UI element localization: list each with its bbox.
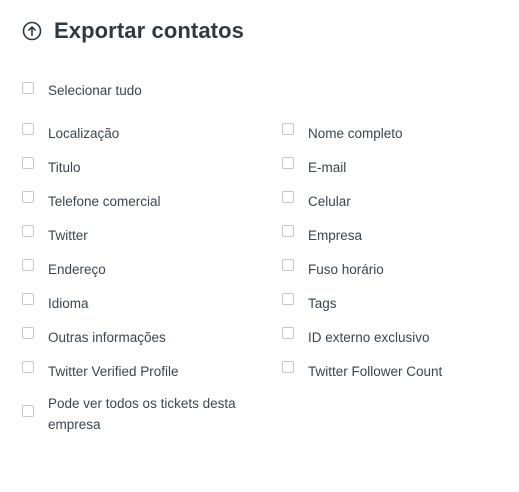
field-option-endereco[interactable]: Endereço: [22, 259, 106, 280]
field-checkbox[interactable]: [22, 327, 34, 339]
field-option-pode-ver-tickets-empresa[interactable]: Pode ver todos os tickets desta empresa: [22, 393, 253, 435]
field-label: Outras informações: [48, 330, 166, 345]
field-option-outras-informacoes[interactable]: Outras informações: [22, 327, 166, 348]
field-label: Endereço: [48, 262, 106, 277]
field-checkbox[interactable]: [22, 293, 34, 305]
field-checkbox[interactable]: [282, 327, 294, 339]
field-label: Empresa: [308, 228, 363, 243]
field-label: Telefone comercial: [48, 194, 161, 209]
field-checkbox[interactable]: [22, 405, 34, 417]
field-checkbox[interactable]: [22, 157, 34, 169]
select-all-option[interactable]: Selecionar tudo: [22, 81, 142, 101]
field-option-email[interactable]: E-mail: [282, 157, 346, 178]
field-option-celular[interactable]: Celular: [282, 191, 351, 212]
field-option-twitter-follower-count[interactable]: Twitter Follower Count: [282, 361, 442, 382]
field-checkbox[interactable]: [282, 157, 294, 169]
field-label: Pode ver todos os tickets desta empresa: [48, 396, 236, 432]
field-option-fuso-horario[interactable]: Fuso horário: [282, 259, 384, 280]
field-checkbox[interactable]: [22, 259, 34, 271]
field-checkbox[interactable]: [282, 191, 294, 203]
field-label: Twitter: [48, 228, 88, 243]
field-label: Celular: [308, 194, 351, 209]
field-option-id-externo-exclusivo[interactable]: ID externo exclusivo: [282, 327, 430, 348]
field-label: ID externo exclusivo: [308, 330, 430, 345]
field-option-idioma[interactable]: Idioma: [22, 293, 89, 314]
field-checkbox[interactable]: [282, 259, 294, 271]
field-label: Fuso horário: [308, 262, 384, 277]
page-title: Exportar contatos: [54, 18, 244, 43]
field-checkbox[interactable]: [22, 191, 34, 203]
field-checkbox[interactable]: [22, 361, 34, 373]
field-checkbox[interactable]: [282, 123, 294, 135]
field-option-twitter[interactable]: Twitter: [22, 225, 88, 246]
field-label: Twitter Follower Count: [308, 364, 443, 379]
field-label: Tags: [308, 296, 337, 311]
field-label: E-mail: [308, 160, 347, 175]
field-option-twitter-verified-profile[interactable]: Twitter Verified Profile: [22, 361, 179, 382]
field-option-localizacao[interactable]: Localização: [22, 123, 119, 144]
field-checkbox[interactable]: [282, 361, 294, 373]
field-option-tags[interactable]: Tags: [282, 293, 337, 314]
field-label: Idioma: [48, 296, 89, 311]
select-all-label: Selecionar tudo: [48, 83, 142, 98]
field-option-nome-completo[interactable]: Nome completo: [282, 123, 403, 144]
field-label: Nome completo: [308, 126, 403, 141]
field-checkbox[interactable]: [282, 225, 294, 237]
field-label: Localização: [48, 126, 120, 141]
dialog-header: Exportar contatos: [22, 18, 244, 44]
field-option-titulo[interactable]: Titulo: [22, 157, 81, 178]
field-label: Titulo: [48, 160, 81, 175]
select-all-checkbox[interactable]: [22, 82, 34, 94]
field-option-empresa[interactable]: Empresa: [282, 225, 362, 246]
upload-circle-icon: [22, 21, 42, 41]
field-checkbox[interactable]: [282, 293, 294, 305]
field-checkbox[interactable]: [22, 225, 34, 237]
field-label: Twitter Verified Profile: [48, 364, 179, 379]
field-checkbox[interactable]: [22, 123, 34, 135]
field-option-telefone-comercial[interactable]: Telefone comercial: [22, 191, 161, 212]
